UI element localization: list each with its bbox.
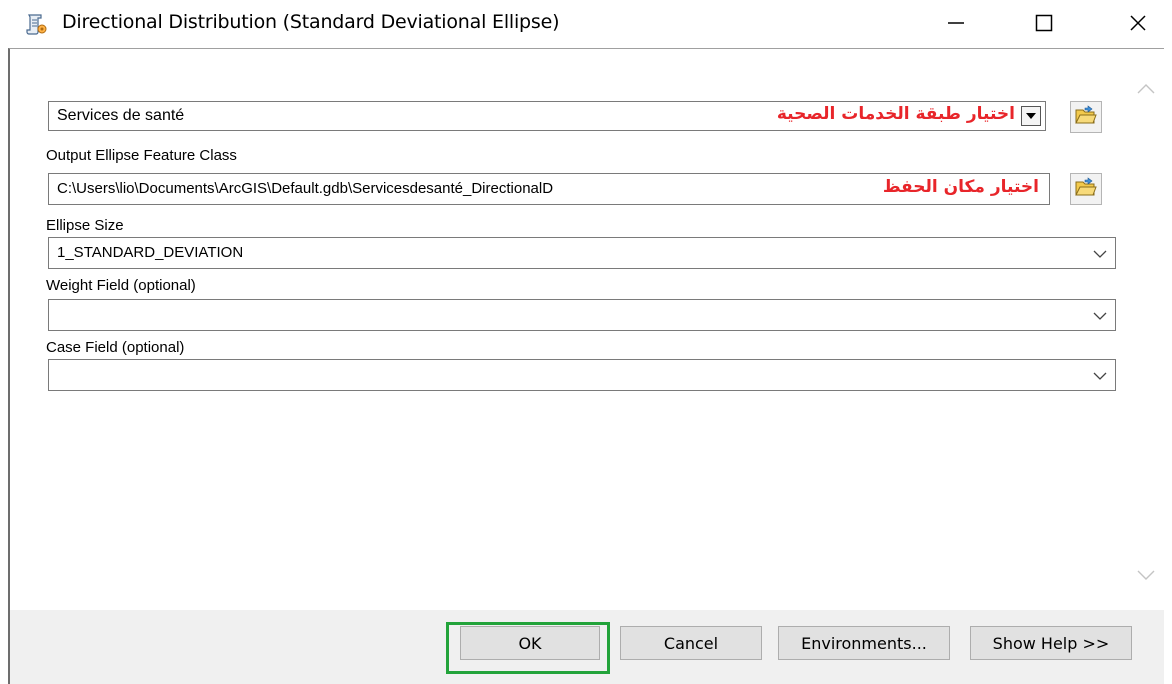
- ellipse-size-select[interactable]: 1_STANDARD_DEVIATION: [48, 237, 1116, 269]
- output-browse-button[interactable]: [1070, 173, 1102, 205]
- input-feature-class-value: Services de santé: [57, 107, 185, 124]
- weight-field-label: Weight Field (optional): [46, 277, 196, 294]
- show-help-button[interactable]: Show Help >>: [970, 626, 1132, 660]
- output-annotation: اختيار مكان الحفظ: [882, 177, 1039, 197]
- input-dropdown-button[interactable]: [1021, 106, 1041, 126]
- output-feature-class-field[interactable]: C:\Users\lio\Documents\ArcGIS\Default.gd…: [48, 173, 1050, 205]
- toolbox-script-icon: [24, 12, 48, 36]
- parameters-panel: Services de santé اختيار طبقة الخدمات ال…: [8, 48, 1164, 610]
- input-class-annotation: اختيار طبقة الخدمات الصحية: [776, 104, 1015, 124]
- open-folder-icon: [1075, 177, 1097, 201]
- ok-button-highlight: [446, 622, 610, 674]
- open-folder-icon: [1075, 105, 1097, 129]
- maximize-button[interactable]: [1016, 0, 1072, 46]
- input-feature-class-combo[interactable]: Services de santé اختيار طبقة الخدمات ال…: [48, 101, 1046, 131]
- scroll-up-button[interactable]: [1134, 79, 1158, 99]
- case-field-label: Case Field (optional): [46, 339, 185, 356]
- close-button[interactable]: [1110, 0, 1166, 46]
- minimize-button[interactable]: [928, 0, 984, 46]
- weight-field-select[interactable]: [48, 299, 1116, 331]
- ellipse-size-value: 1_STANDARD_DEVIATION: [57, 244, 244, 261]
- chevron-down-icon: [1093, 368, 1107, 385]
- output-feature-class-value: C:\Users\lio\Documents\ArcGIS\Default.gd…: [57, 180, 554, 197]
- window-title: Directional Distribution (Standard Devia…: [62, 11, 560, 33]
- chevron-down-icon: [1093, 308, 1107, 325]
- scroll-down-button[interactable]: [1134, 565, 1158, 585]
- environments-button[interactable]: Environments...: [778, 626, 950, 660]
- output-feature-class-label: Output Ellipse Feature Class: [46, 147, 237, 164]
- input-browse-button[interactable]: [1070, 101, 1102, 133]
- title-bar: Directional Distribution (Standard Devia…: [0, 0, 1172, 48]
- chevron-down-icon: [1093, 246, 1107, 263]
- ellipse-size-label: Ellipse Size: [46, 217, 124, 234]
- case-field-select[interactable]: [48, 359, 1116, 391]
- cancel-button[interactable]: Cancel: [620, 626, 762, 660]
